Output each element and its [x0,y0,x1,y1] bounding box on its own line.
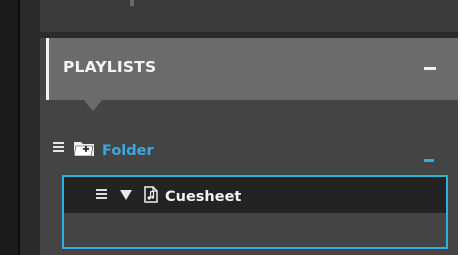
previous-section-strip [40,0,458,32]
header-pointer-icon [84,100,102,111]
cuesheet-row[interactable]: Cuesheet [64,177,446,213]
cuesheet-item[interactable]: Cuesheet [62,175,448,249]
playlist-folder-row[interactable]: Folder [40,135,458,171]
expand-triangle-icon[interactable] [120,190,132,200]
right-edge [458,0,462,255]
folder-label[interactable]: Folder [102,143,154,159]
playlists-header[interactable]: PLAYLISTS [46,38,458,100]
cuesheet-label[interactable]: Cuesheet [165,189,241,205]
app-window: PLAYLISTS Folder Cuesheet [0,0,462,255]
left-chrome [0,0,18,255]
folder-add-icon [73,142,94,157]
collapse-icon[interactable] [424,67,436,70]
playlists-title: PLAYLISTS [63,58,157,76]
drag-handle-icon[interactable] [96,189,107,199]
sidebar-edge [20,0,40,255]
folder-collapse-icon[interactable] [424,159,434,162]
drag-handle-icon[interactable] [53,142,64,152]
scroll-marker [130,0,134,6]
music-document-icon [144,186,158,203]
